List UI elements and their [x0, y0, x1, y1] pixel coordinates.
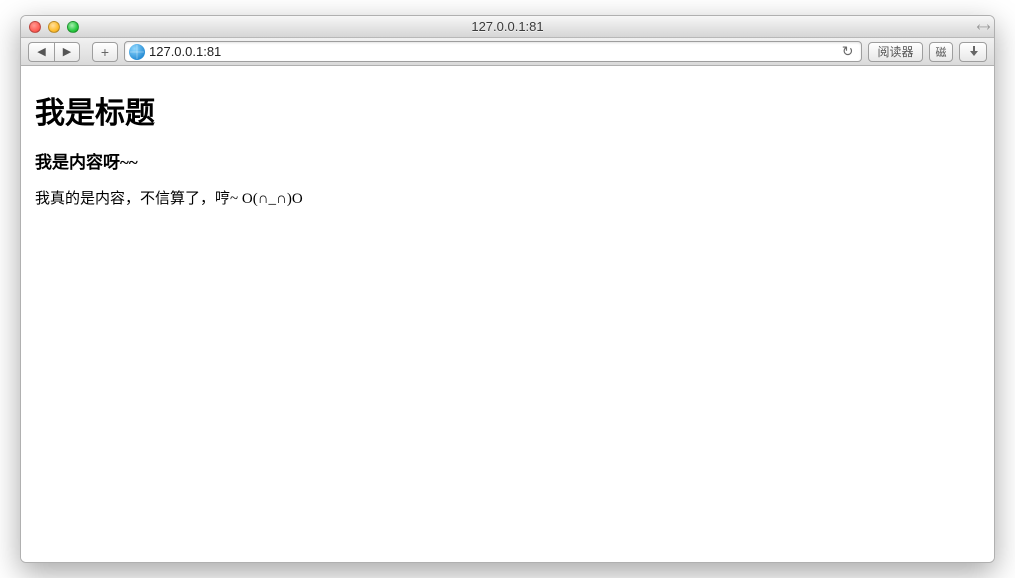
- traffic-lights: [29, 21, 79, 33]
- nav-buttons: ◀ ▶: [28, 42, 80, 62]
- title-bar: 127.0.0.1:81 ⤢: [21, 16, 994, 38]
- reader-button[interactable]: 阅读器: [868, 42, 922, 62]
- downloads-button[interactable]: [959, 42, 987, 62]
- toolbar: ◀ ▶ + ↻ 阅读器 磁: [21, 38, 994, 66]
- url-input[interactable]: [149, 44, 834, 59]
- page-heading: 我是标题: [35, 88, 980, 132]
- globe-icon: [129, 44, 145, 60]
- page-content: 我是标题 我是内容呀~~ 我真的是内容，不信算了，哼~ O(∩_∩)O: [21, 66, 994, 562]
- minimize-button[interactable]: [48, 21, 60, 33]
- close-button[interactable]: [29, 21, 41, 33]
- window-title: 127.0.0.1:81: [29, 19, 986, 34]
- add-tab-button[interactable]: +: [92, 42, 118, 62]
- maximize-button[interactable]: [67, 21, 79, 33]
- download-icon: [968, 46, 978, 58]
- encoding-button[interactable]: 磁: [929, 42, 954, 62]
- browser-window: 127.0.0.1:81 ⤢ ◀ ▶ + ↻ 阅读器 磁 我是标题 我是内容呀~…: [20, 15, 995, 563]
- back-button[interactable]: ◀: [28, 42, 54, 62]
- forward-button[interactable]: ▶: [54, 42, 80, 62]
- page-subheading: 我是内容呀~~: [35, 148, 980, 173]
- reload-button[interactable]: ↻: [838, 43, 858, 60]
- page-body-text: 我真的是内容，不信算了，哼~ O(∩_∩)O: [35, 187, 980, 208]
- address-bar[interactable]: ↻: [124, 41, 862, 62]
